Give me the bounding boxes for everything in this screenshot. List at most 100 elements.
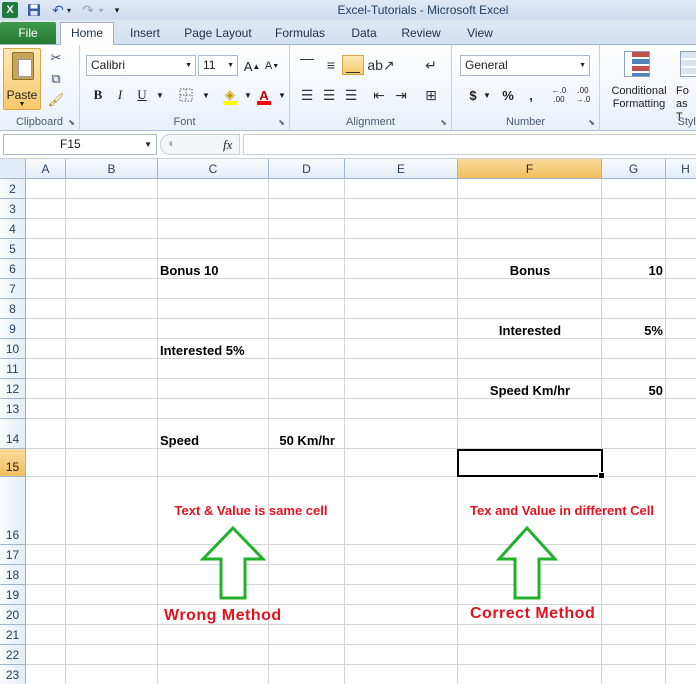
grow-font-button[interactable]: A ▲ <box>242 56 262 76</box>
row-header-6[interactable]: 6 <box>0 259 26 279</box>
row-header-13[interactable]: 13 <box>0 399 26 419</box>
cell-f6[interactable]: Bonus <box>458 263 602 278</box>
align-middle-icon[interactable]: ≡ <box>320 55 342 75</box>
cut-icon[interactable]: ✂ <box>46 49 66 67</box>
bold-button[interactable]: B <box>88 85 108 105</box>
font-color-icon[interactable]: A <box>254 85 274 105</box>
increase-decimal-button[interactable]: ←.0 .00 <box>548 85 570 105</box>
resize-handle-icon[interactable]: ◖ <box>167 136 174 150</box>
name-box[interactable]: F15 ▼ <box>3 134 157 155</box>
font-size-select[interactable]: 11 ▼ <box>198 55 238 76</box>
merge-center-icon[interactable]: ⊞ <box>420 85 442 105</box>
cell-c10[interactable]: Interested 5% <box>160 343 245 358</box>
conditional-formatting-icon[interactable] <box>624 51 650 77</box>
row-header-20[interactable]: 20 <box>0 605 26 625</box>
row-header-23[interactable]: 23 <box>0 665 26 684</box>
chevron-down-icon[interactable]: ▼ <box>196 85 216 105</box>
column-header-e[interactable]: E <box>345 159 458 179</box>
row-header-11[interactable]: 11 <box>0 359 26 379</box>
tab-page-layout[interactable]: Page Layout <box>180 23 256 45</box>
comma-button[interactable]: , <box>524 85 538 105</box>
tab-formulas[interactable]: Formulas <box>270 23 330 45</box>
row-header-7[interactable]: 7 <box>0 279 26 299</box>
active-cell-f15[interactable] <box>457 449 605 479</box>
align-right-icon[interactable]: ☰ <box>340 85 362 105</box>
underline-button[interactable]: U <box>132 85 152 105</box>
row-header-19[interactable]: 19 <box>0 585 26 605</box>
cell-f12[interactable]: Speed Km/hr <box>458 383 602 398</box>
conditional-formatting-button[interactable]: Conditional Formatting <box>604 85 674 111</box>
decrease-decimal-button[interactable]: .00 →.0 <box>572 85 594 105</box>
tab-insert[interactable]: Insert <box>122 23 168 45</box>
tab-review[interactable]: Review <box>396 23 446 45</box>
column-header-g[interactable]: G <box>602 159 666 179</box>
cell-f9[interactable]: Interested <box>458 323 602 338</box>
column-header-a[interactable]: A <box>26 159 66 179</box>
dialog-launcher-icon[interactable]: ⬊ <box>278 118 285 127</box>
shrink-font-button[interactable]: A ▼ <box>262 56 282 76</box>
chevron-down-icon[interactable]: ▼ <box>150 85 170 105</box>
tab-view[interactable]: View <box>460 23 500 45</box>
percent-button[interactable]: % <box>500 85 516 105</box>
cell-g9[interactable]: 5% <box>602 323 663 338</box>
cell-g6[interactable]: 10 <box>602 263 663 278</box>
chevron-down-icon[interactable]: ▼ <box>482 85 492 105</box>
number-format-select[interactable]: General ▼ <box>460 55 590 76</box>
row-header-18[interactable]: 18 <box>0 565 26 585</box>
tab-file[interactable]: File <box>0 22 56 44</box>
worksheet-grid[interactable]: A B C D E F G H 2 3 4 5 6 7 8 9 10 11 12… <box>0 159 696 684</box>
tab-home[interactable]: Home <box>60 22 114 45</box>
dialog-launcher-icon[interactable]: ⬊ <box>68 118 75 127</box>
row-header-17[interactable]: 17 <box>0 545 26 565</box>
align-bottom-icon[interactable]: ⎽ <box>342 55 364 75</box>
row-header-21[interactable]: 21 <box>0 625 26 645</box>
chevron-down-icon[interactable]: ▼ <box>144 135 152 154</box>
increase-indent-icon[interactable]: ⇥ <box>390 85 412 105</box>
paste-button[interactable]: Paste ▼ <box>3 48 41 110</box>
cell-g12[interactable]: 50 <box>602 383 663 398</box>
format-as-table-icon[interactable] <box>680 51 696 77</box>
tab-data[interactable]: Data <box>344 23 384 45</box>
currency-button[interactable]: $ <box>466 85 480 105</box>
column-header-d[interactable]: D <box>269 159 345 179</box>
orientation-icon[interactable]: ab↗ <box>367 55 394 75</box>
gridline <box>26 564 696 565</box>
dialog-launcher-icon[interactable]: ⬊ <box>440 118 447 127</box>
row-header-8[interactable]: 8 <box>0 299 26 319</box>
format-painter-icon[interactable]: 🖌 <box>46 91 66 109</box>
decrease-indent-icon[interactable]: ⇤ <box>368 85 390 105</box>
cell-d14[interactable]: 50 Km/hr <box>269 433 335 448</box>
dialog-launcher-icon[interactable]: ⬊ <box>588 118 595 127</box>
font-name-select[interactable]: Calibri ▼ <box>86 55 196 76</box>
row-header-4[interactable]: 4 <box>0 219 26 239</box>
borders-icon[interactable] <box>176 85 196 105</box>
chevron-down-icon[interactable]: ▼ <box>272 85 292 105</box>
row-header-16[interactable]: 16 <box>0 477 26 545</box>
cell-c6[interactable]: Bonus 10 <box>160 263 219 278</box>
align-left-icon[interactable]: ☰ <box>296 85 318 105</box>
cell-c14[interactable]: Speed <box>160 433 199 448</box>
row-header-22[interactable]: 22 <box>0 645 26 665</box>
row-header-5[interactable]: 5 <box>0 239 26 259</box>
column-header-h[interactable]: H <box>666 159 696 179</box>
select-all-corner[interactable] <box>0 159 26 179</box>
row-header-15[interactable]: 15 <box>0 449 26 477</box>
formula-input[interactable] <box>243 134 696 155</box>
align-top-icon[interactable]: ⎺ <box>296 55 318 75</box>
align-center-icon[interactable]: ☰ <box>318 85 340 105</box>
insert-function-icon[interactable]: fx <box>223 137 232 153</box>
row-header-10[interactable]: 10 <box>0 339 26 359</box>
row-header-14[interactable]: 14 <box>0 419 26 449</box>
column-header-f[interactable]: F <box>458 159 602 179</box>
italic-button[interactable]: I <box>110 85 130 105</box>
column-header-c[interactable]: C <box>158 159 269 179</box>
row-header-12[interactable]: 12 <box>0 379 26 399</box>
copy-icon[interactable]: ⧉ <box>46 70 66 88</box>
font-group-label: Font <box>173 116 196 128</box>
row-header-2[interactable]: 2 <box>0 179 26 199</box>
fill-color-icon[interactable]: ◈ <box>220 85 240 105</box>
row-header-9[interactable]: 9 <box>0 319 26 339</box>
wrap-text-icon[interactable]: ↵ <box>420 55 442 75</box>
row-header-3[interactable]: 3 <box>0 199 26 219</box>
column-header-b[interactable]: B <box>66 159 158 179</box>
